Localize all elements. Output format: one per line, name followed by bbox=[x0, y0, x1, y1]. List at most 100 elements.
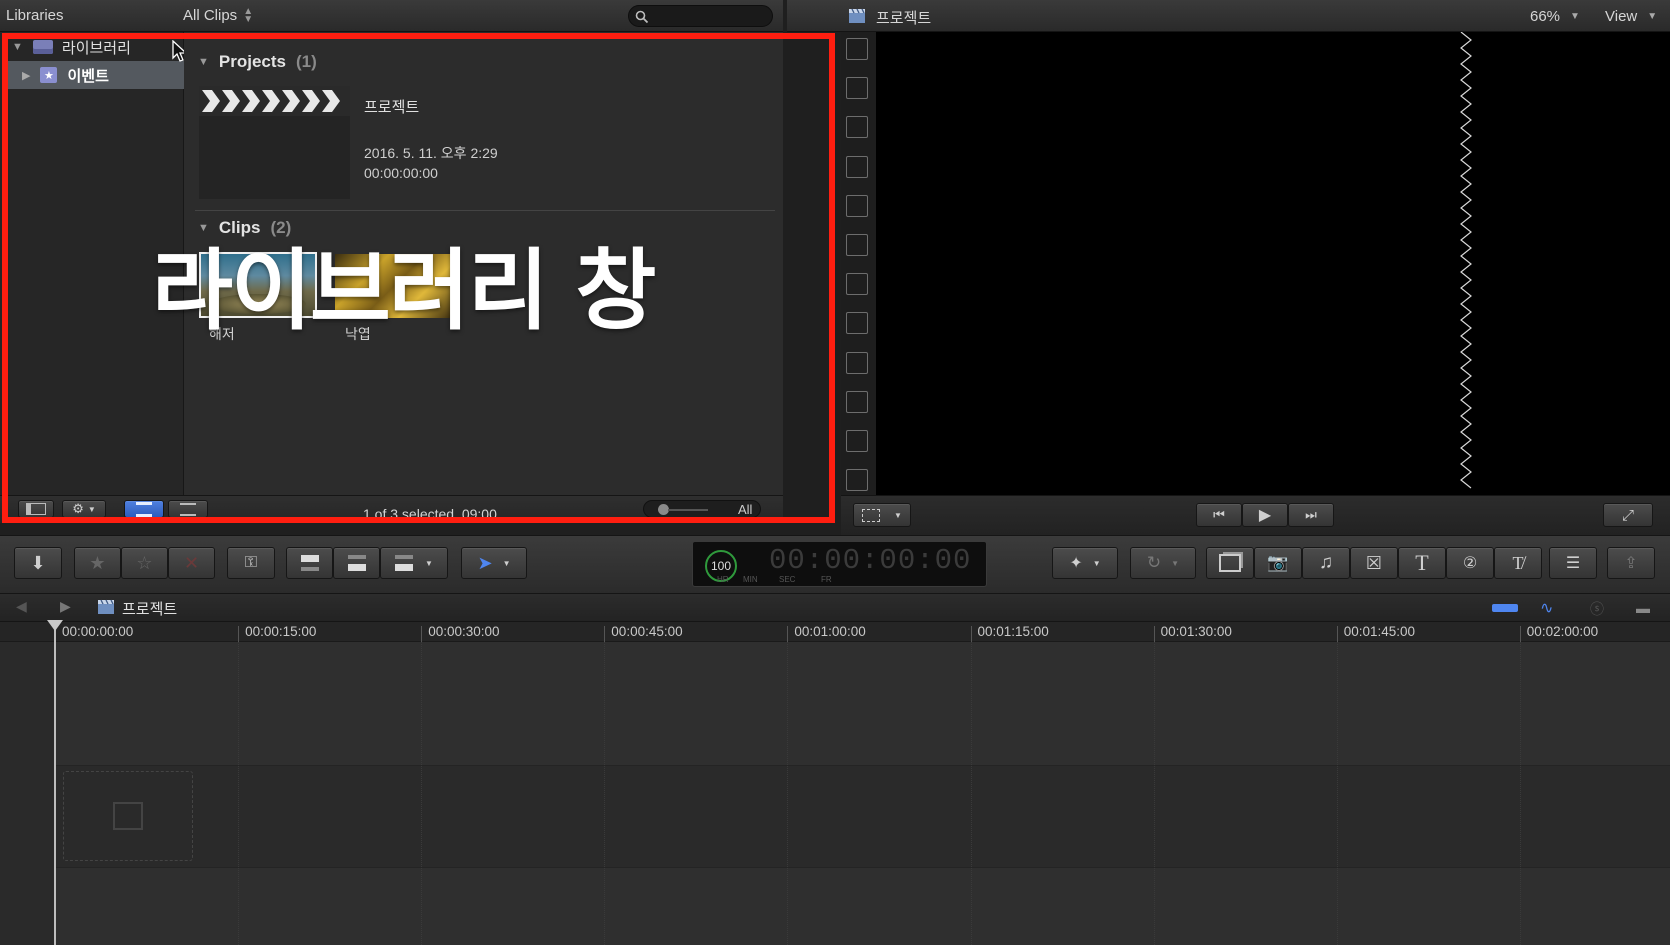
music-button[interactable]: ♫ bbox=[1302, 547, 1350, 579]
timeline-grid-line bbox=[604, 642, 606, 945]
skip-back-icon: ⏮ bbox=[1213, 507, 1225, 522]
ruler-tick-label: 00:00:15:00 bbox=[245, 624, 317, 639]
viewer-checkbox[interactable] bbox=[846, 351, 868, 374]
share-button[interactable]: ⇪ bbox=[1607, 547, 1655, 579]
timeline-grid-line bbox=[238, 642, 240, 945]
search-field[interactable] bbox=[628, 5, 773, 27]
timecode-display[interactable]: 100 00:00:00:00 HR MIN SEC FR bbox=[692, 541, 987, 587]
toggle-sidebar-button[interactable] bbox=[18, 500, 54, 518]
clip-height-slider[interactable]: All bbox=[643, 500, 761, 518]
audio-skimming-icon[interactable]: ∿ bbox=[1540, 598, 1553, 618]
project-clapper-icon bbox=[849, 8, 865, 23]
viewer-checkbox[interactable] bbox=[846, 116, 868, 139]
action-menu-button[interactable]: ⚙ ▼ bbox=[62, 500, 106, 518]
timecode-unit-hr: HR bbox=[717, 575, 729, 584]
viewer-checkbox[interactable] bbox=[846, 273, 868, 296]
import-button[interactable]: ⬇ bbox=[14, 547, 62, 579]
filter-all-label: All bbox=[738, 502, 753, 517]
connect-clip-icon bbox=[300, 555, 319, 571]
append-clip-button[interactable]: ▼ bbox=[380, 547, 448, 579]
list-view-icon bbox=[180, 502, 196, 516]
viewer-checkbox[interactable] bbox=[846, 234, 868, 256]
gear-icon: ⚙ bbox=[72, 501, 84, 516]
generators-button[interactable]: ② bbox=[1446, 547, 1494, 579]
viewer-checkbox[interactable] bbox=[846, 38, 868, 60]
search-icon bbox=[635, 10, 649, 24]
transform-menu-button[interactable]: ▼ bbox=[853, 503, 911, 527]
chevron-down-icon: ▼ bbox=[1171, 558, 1180, 568]
ruler-tick-mark bbox=[1519, 626, 1521, 642]
viewer-title: 프로젝트 bbox=[876, 10, 932, 27]
connect-clip-button[interactable] bbox=[286, 547, 333, 579]
ruler-tick-label: 00:02:00:00 bbox=[1526, 624, 1599, 639]
playhead-handle[interactable] bbox=[47, 620, 63, 631]
viewer-checkbox[interactable] bbox=[846, 194, 868, 217]
disclosure-open-icon[interactable]: ▼ bbox=[12, 41, 23, 53]
timeline-grid-line bbox=[421, 642, 423, 945]
primary-storyline[interactable] bbox=[55, 765, 1670, 868]
enhance-icon: ✦ bbox=[1069, 555, 1083, 572]
titles-icon: T bbox=[1415, 550, 1429, 575]
transitions-button[interactable]: ☒ bbox=[1350, 547, 1398, 579]
timecode-value: 00:00:00:00 bbox=[769, 544, 972, 577]
viewer-checkbox[interactable] bbox=[846, 155, 868, 178]
library-row[interactable]: ▼ 라이브러리 bbox=[0, 34, 184, 60]
viewer-checkbox[interactable] bbox=[846, 312, 868, 335]
library-name: 라이브러리 bbox=[61, 39, 131, 57]
zoom-dropdown[interactable]: 66% ▼ bbox=[1530, 8, 1580, 25]
list-view-button[interactable] bbox=[168, 500, 208, 518]
themes-button[interactable]: T̸ bbox=[1494, 547, 1542, 579]
filmstrip-view-button[interactable] bbox=[124, 500, 164, 518]
disclosure-closed-icon[interactable]: ▶ bbox=[22, 69, 30, 82]
project-thumbnail[interactable] bbox=[199, 86, 350, 199]
enhance-button[interactable]: ✦ ▼ bbox=[1052, 547, 1118, 579]
view-menu[interactable]: View ▼ bbox=[1605, 8, 1657, 25]
chevron-down-icon: ▼ bbox=[425, 558, 433, 568]
timecode-unit-sec: SEC bbox=[779, 575, 796, 584]
skimming-toggle-icon[interactable] bbox=[1492, 604, 1518, 612]
keyword-button[interactable]: ⚿ bbox=[227, 547, 275, 579]
viewer-checkbox[interactable] bbox=[846, 390, 868, 413]
playhead[interactable] bbox=[54, 622, 56, 945]
empty-storyline-placeholder[interactable] bbox=[63, 771, 193, 861]
solo-icon[interactable]: ⓢ bbox=[1590, 599, 1604, 619]
insert-clip-button[interactable] bbox=[333, 547, 380, 579]
project-date: 2016. 5. 11. 오후 2:29 bbox=[364, 145, 498, 161]
next-edit-button[interactable]: ⏭ bbox=[1288, 503, 1334, 527]
media-browser-button[interactable] bbox=[1206, 547, 1254, 579]
clip-filter-dropdown[interactable]: All Clips ▲ ▼ bbox=[183, 6, 253, 24]
unrate-button[interactable]: ☆ bbox=[121, 547, 168, 579]
event-row[interactable]: ▶ ★ 이벤트 bbox=[8, 61, 184, 89]
play-button[interactable]: ▶ bbox=[1242, 503, 1288, 527]
back-arrow-icon[interactable]: ◀ bbox=[16, 598, 27, 615]
reject-button[interactable]: ✕ bbox=[168, 547, 215, 579]
unrate-icon: ☆ bbox=[136, 552, 153, 573]
projects-count: (1) bbox=[295, 52, 317, 71]
viewer-checkbox[interactable] bbox=[846, 469, 868, 492]
viewer-checkbox[interactable] bbox=[846, 430, 868, 452]
disclosure-open-icon[interactable]: ▼ bbox=[198, 56, 209, 68]
append-clip-icon bbox=[395, 555, 414, 571]
chevron-down-icon: ▼ bbox=[87, 504, 96, 514]
inspector-button[interactable]: ☰ bbox=[1549, 547, 1597, 579]
previous-edit-button[interactable]: ⏮ bbox=[1196, 503, 1242, 527]
fullscreen-button[interactable]: ⤢ bbox=[1603, 503, 1653, 527]
viewer-checkbox[interactable] bbox=[846, 77, 868, 100]
retime-button[interactable]: ↻ ▼ bbox=[1130, 547, 1196, 579]
ruler-tick-mark bbox=[1153, 626, 1155, 642]
forward-arrow-icon[interactable]: ▶ bbox=[60, 598, 71, 615]
favorite-button[interactable]: ★ bbox=[74, 547, 121, 579]
project-clapper-icon bbox=[98, 599, 114, 614]
project-duration: 00:00:00:00 bbox=[364, 165, 438, 181]
projects-section-header[interactable]: ▼ Projects (1) bbox=[198, 52, 317, 72]
ruler-tick-label: 00:00:45:00 bbox=[611, 624, 683, 639]
reject-icon: ✕ bbox=[183, 552, 200, 573]
snapping-icon[interactable]: ▬ bbox=[1636, 600, 1650, 616]
select-tool-button[interactable]: ➤ ▼ bbox=[461, 547, 527, 579]
titles-button[interactable]: T bbox=[1398, 547, 1446, 579]
timeline-grid-line bbox=[1519, 642, 1521, 945]
fullscreen-icon: ⤢ bbox=[1621, 506, 1634, 524]
inspector-icon: ☰ bbox=[1565, 555, 1581, 572]
photos-button[interactable]: 📷 bbox=[1254, 547, 1302, 579]
speed-value: 100 bbox=[710, 559, 732, 573]
